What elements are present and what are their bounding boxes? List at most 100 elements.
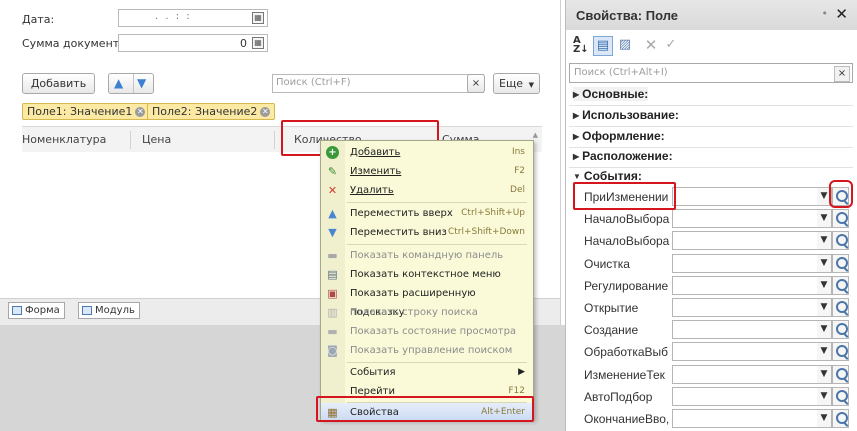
search-icon[interactable] bbox=[832, 253, 849, 273]
arrow-up-icon: ▲ bbox=[328, 207, 337, 220]
tab-form[interactable]: Форма bbox=[8, 302, 65, 319]
search-icon[interactable] bbox=[832, 320, 849, 340]
filter-icon[interactable]: ▨ bbox=[616, 36, 634, 54]
sum-field[interactable]: 0 ▦ bbox=[118, 34, 268, 52]
filter-tag-1[interactable]: Поле1: Значение1 ✕ bbox=[22, 103, 151, 120]
event-label: Регулирование bbox=[584, 278, 669, 293]
tab-module[interactable]: Модуль bbox=[78, 302, 140, 319]
dropdown-icon[interactable]: ▼ bbox=[817, 409, 832, 428]
group-usage[interactable]: ▶ Использование: bbox=[573, 108, 679, 122]
event-handler-field[interactable] bbox=[672, 320, 818, 340]
date-field[interactable]: . . : : ▦ bbox=[118, 9, 268, 27]
expand-arrow-icon: ▶ bbox=[573, 132, 580, 142]
event-label: Открытие bbox=[584, 301, 639, 315]
properties-search-input[interactable]: Поиск (Ctrl+Alt+I) × bbox=[569, 63, 853, 83]
dropdown-icon[interactable]: ▼ bbox=[817, 320, 832, 340]
event-handler-field[interactable] bbox=[672, 231, 818, 251]
column-header-nomenclature[interactable]: Номенклатура bbox=[22, 127, 122, 153]
scroll-up-icon[interactable]: ▲ bbox=[533, 131, 538, 139]
event-handler-field[interactable] bbox=[672, 298, 818, 317]
dropdown-icon[interactable]: ▼ bbox=[817, 231, 832, 251]
event-label: НачалоВыбора bbox=[584, 212, 670, 227]
menu-item-edit[interactable]: ✎ Изменить F2 bbox=[321, 162, 533, 181]
group-label: Оформление: bbox=[582, 129, 665, 143]
event-handler-field[interactable] bbox=[672, 253, 818, 273]
search-clear-button[interactable]: × bbox=[467, 74, 485, 93]
search-icon[interactable] bbox=[832, 386, 849, 406]
search-icon[interactable] bbox=[832, 231, 849, 251]
add-button[interactable]: Добавить bbox=[22, 73, 95, 94]
move-buttons: ▲ ▼ bbox=[108, 73, 154, 94]
group-label: Основные: bbox=[582, 87, 649, 101]
group-appearance[interactable]: ▶ Оформление: bbox=[573, 129, 665, 143]
divider bbox=[569, 147, 853, 148]
menu-item-show-extended-tooltip[interactable]: ▣ Показать расширенную подсказку bbox=[321, 284, 533, 318]
properties-item-highlight bbox=[316, 396, 534, 422]
menu-item-delete[interactable]: ✕ Удалить Del bbox=[321, 181, 533, 200]
menu-item-show-search-control[interactable]: ◙ Показать управление поиском bbox=[321, 341, 533, 360]
calendar-icon[interactable]: ▦ bbox=[252, 12, 264, 24]
dropdown-icon[interactable]: ▼ bbox=[817, 253, 832, 273]
dropdown-icon[interactable]: ▼ bbox=[817, 364, 832, 384]
event-label: ОбработкаВыб bbox=[584, 345, 669, 360]
search-control-icon: ◙ bbox=[327, 344, 338, 357]
event-handler-field[interactable] bbox=[672, 364, 818, 384]
dropdown-icon[interactable]: ▼ bbox=[817, 342, 832, 362]
column-header-price[interactable]: Цена bbox=[142, 127, 171, 153]
dropdown-icon[interactable]: ▼ bbox=[817, 275, 832, 295]
menu-item-label: Показать командную панель bbox=[350, 250, 504, 261]
move-down-icon[interactable]: ▼ bbox=[137, 74, 146, 93]
search-row-icon: ▥ bbox=[327, 306, 338, 319]
close-icon[interactable]: ✕ bbox=[260, 107, 271, 117]
search-icon[interactable] bbox=[832, 342, 849, 362]
menu-item-label: Удалить bbox=[350, 185, 394, 196]
menu-item-events[interactable]: События ▶ bbox=[321, 363, 533, 382]
menu-item-show-view-state[interactable]: ▬ Показать состояние просмотра bbox=[321, 322, 533, 341]
menu-item-show-command-panel[interactable]: ▬ Показать командную панель bbox=[321, 246, 533, 265]
sort-alpha-icon[interactable]: A Z↓ bbox=[573, 36, 591, 55]
event-label: ОкончаниеВво, bbox=[584, 412, 670, 426]
event-handler-field[interactable] bbox=[672, 342, 818, 362]
event-handler-field[interactable] bbox=[672, 209, 818, 229]
search-icon[interactable] bbox=[832, 298, 849, 317]
event-label: НачалоВыбора bbox=[584, 234, 670, 249]
event-handler-field[interactable] bbox=[672, 409, 818, 428]
menu-item-show-search-row[interactable]: ▥ Показать строку поиска bbox=[321, 303, 533, 322]
menu-item-add[interactable]: + Добавить Ins bbox=[321, 143, 533, 162]
edit-icon: ✎ bbox=[327, 165, 338, 178]
menu-item-label: Показать состояние просмотра bbox=[350, 326, 517, 337]
group-location[interactable]: ▶ Расположение: bbox=[573, 149, 673, 163]
event-handler-field[interactable] bbox=[672, 187, 818, 206]
event-label: ИзменениеТек bbox=[584, 367, 665, 382]
check-icon[interactable]: ✓ bbox=[662, 36, 680, 54]
event-handler-field[interactable] bbox=[672, 386, 818, 406]
event-handler-field[interactable] bbox=[672, 275, 818, 295]
search-icon[interactable] bbox=[832, 409, 849, 428]
search-icon[interactable] bbox=[832, 275, 849, 295]
pin-icon[interactable]: • bbox=[822, 7, 829, 20]
group-main[interactable]: ▶ Основные: bbox=[573, 87, 649, 101]
properties-panel: Свойства: Поле • ✕ A Z↓ ▤ ▨ ✕ ✓ Поиск (Ct… bbox=[565, 0, 857, 431]
command-panel-icon: ▬ bbox=[327, 249, 338, 262]
calculator-icon[interactable]: ▦ bbox=[252, 37, 264, 49]
menu-item-label: Показать управление поиском bbox=[350, 345, 513, 356]
search-icon[interactable] bbox=[832, 364, 849, 384]
move-up-icon[interactable]: ▲ bbox=[114, 74, 123, 93]
clear-icon[interactable]: ✕ bbox=[642, 36, 660, 54]
more-button[interactable]: Еще ▼ bbox=[493, 73, 540, 94]
dropdown-icon[interactable]: ▼ bbox=[817, 298, 832, 317]
menu-item-move-down[interactable]: ▼ Переместить вниз Ctrl+Shift+Down bbox=[321, 223, 533, 242]
close-icon[interactable]: ✕ bbox=[135, 107, 146, 117]
table-search-input[interactable]: Поиск (Ctrl+F) bbox=[272, 74, 484, 93]
group-events[interactable]: ▼ События: bbox=[573, 169, 642, 183]
search-clear-button[interactable]: × bbox=[834, 66, 850, 82]
close-icon[interactable]: ✕ bbox=[835, 5, 848, 23]
dropdown-icon[interactable]: ▼ bbox=[817, 386, 832, 406]
dropdown-icon[interactable]: ▼ bbox=[817, 209, 832, 229]
menu-item-move-up[interactable]: ▲ Переместить вверх Ctrl+Shift+Up bbox=[321, 204, 533, 223]
filter-tag-2[interactable]: Поле2: Значение2 ✕ bbox=[147, 103, 276, 120]
menu-item-show-context-menu[interactable]: ▤ Показать контекстное меню bbox=[321, 265, 533, 284]
search-placeholder: Поиск (Ctrl+Alt+I) bbox=[574, 67, 668, 78]
categories-icon[interactable]: ▤ bbox=[593, 36, 613, 56]
search-icon[interactable] bbox=[832, 209, 849, 229]
